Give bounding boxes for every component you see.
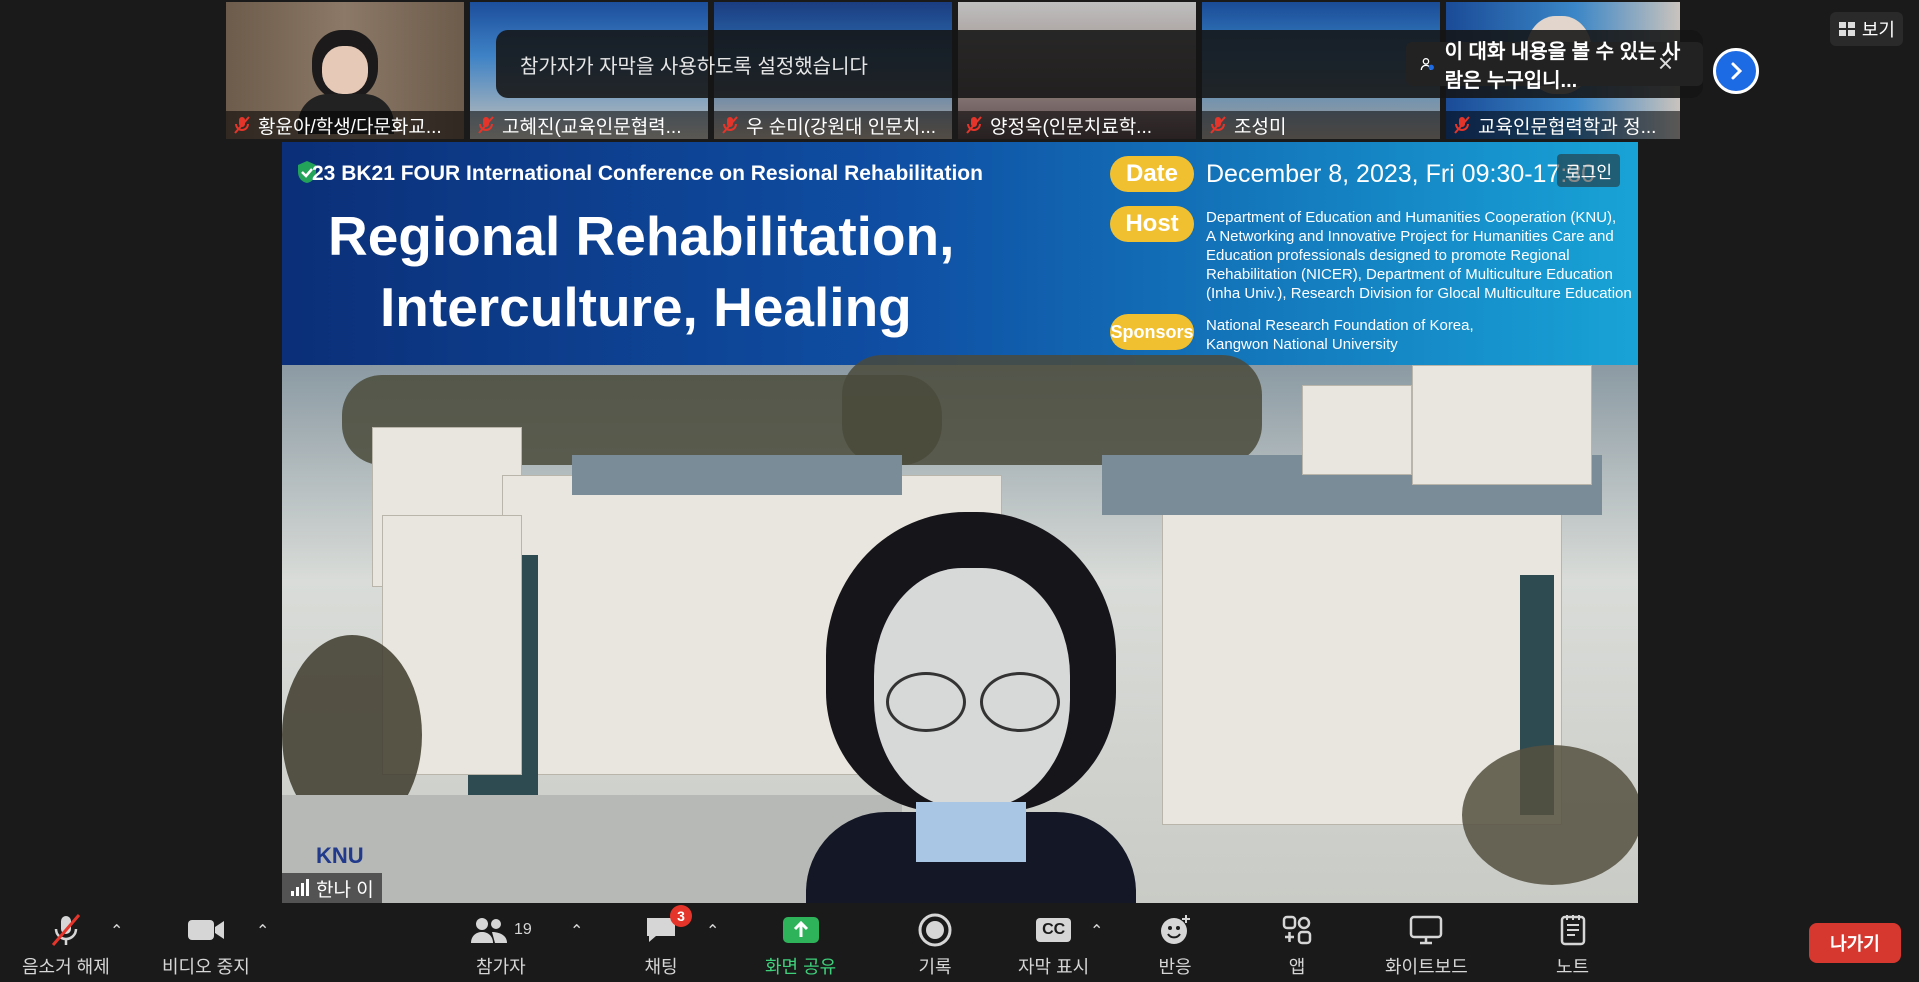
- signal-bars-icon: [291, 879, 309, 896]
- caption-visibility-text: 이 대화 내용을 볼 수 있는 사람은 누구입니...: [1444, 41, 1681, 92]
- conference-banner: 23 BK21 FOUR International Conference on…: [282, 142, 1638, 365]
- share-screen-label: 화면 공유: [765, 957, 837, 977]
- participant-name: 양정옥(인문치료학...: [990, 116, 1153, 138]
- speaker-namebar: 한나 이: [282, 873, 382, 903]
- host-info: Department of Education and Humanities C…: [1206, 208, 1632, 303]
- stop-video-label: 비디오 중지: [162, 957, 250, 977]
- notes-label: 노트: [1556, 957, 1590, 977]
- mic-muted-icon: [1210, 116, 1226, 134]
- video-camera-icon: [187, 920, 224, 940]
- participant-name: 고혜진(교육인문협력...: [502, 116, 682, 138]
- logo-text: KNU: [316, 843, 364, 868]
- apps-label: 앱: [1288, 957, 1306, 977]
- record-icon: [918, 913, 952, 947]
- conference-title-line2: Interculture, Healing: [380, 276, 912, 338]
- share-screen-icon: [782, 917, 819, 943]
- participant-namebar: 우 순미(강원대 인문치...: [714, 111, 952, 139]
- next-page-button[interactable]: [1713, 48, 1759, 94]
- caption-notification: 참가자가 자막을 사용하도록 설정했습니다 이 대화 내용을 볼 수 있는 사람…: [496, 30, 1703, 98]
- conference-title-line1: Regional Rehabilitation,: [328, 205, 955, 267]
- share-screen-button[interactable]: 화면 공유: [765, 909, 836, 979]
- close-icon[interactable]: ×: [1658, 48, 1673, 79]
- leave-button[interactable]: 나가기: [1809, 923, 1901, 963]
- reactions-label: 반응: [1158, 957, 1192, 977]
- participant-namebar: 양정옥(인문치료학...: [958, 111, 1196, 139]
- captions-button[interactable]: CC 자막 표시: [1018, 909, 1089, 979]
- cc-icon: CC: [1036, 918, 1072, 942]
- record-button[interactable]: 기록: [918, 909, 952, 979]
- chevron-up-icon[interactable]: ⌃: [256, 921, 269, 941]
- shared-screen: 23 BK21 FOUR International Conference on…: [282, 142, 1638, 903]
- whiteboard-button[interactable]: 화이트보드: [1385, 909, 1468, 979]
- chevron-up-icon[interactable]: ⌃: [706, 921, 719, 941]
- unmute-button[interactable]: 음소거 해제: [22, 909, 110, 979]
- sponsor-line: National Research Foundation of Korea,: [1206, 317, 1474, 334]
- mic-muted-icon: [51, 914, 81, 946]
- reactions-button[interactable]: 반응: [1158, 909, 1192, 979]
- chevron-up-icon[interactable]: ⌃: [1090, 921, 1103, 941]
- sponsor-line: Kangwon National University: [1206, 336, 1398, 353]
- participant-name: 교육인문협력학과 정...: [1478, 116, 1657, 138]
- host-line: Rehabilitation (NICER), Department of Mu…: [1206, 266, 1613, 283]
- participant-name: 조성미: [1234, 116, 1287, 138]
- participant-namebar: 교육인문협력학과 정...: [1446, 111, 1680, 139]
- mic-muted-icon: [1454, 116, 1470, 134]
- mic-muted-icon: [722, 116, 738, 134]
- host-tag: Host: [1110, 206, 1194, 242]
- date-text: December 8, 2023, Fri 09:30-17:30: [1206, 160, 1596, 188]
- whiteboard-icon: [1410, 915, 1443, 945]
- apps-button[interactable]: 앱: [1282, 909, 1312, 979]
- host-line: Education professionals designed to prom…: [1206, 247, 1570, 264]
- participant-namebar: 고혜진(교육인문협력...: [470, 111, 708, 139]
- mic-muted-icon: [234, 116, 250, 134]
- participant-namebar: 조성미: [1202, 111, 1440, 139]
- login-label[interactable]: 로그인: [1557, 154, 1620, 187]
- mic-muted-icon: [966, 116, 982, 134]
- people-info-icon: [1420, 58, 1434, 71]
- sponsor-info: National Research Foundation of Korea, K…: [1206, 316, 1474, 354]
- unmute-label: 음소거 해제: [22, 957, 110, 977]
- grid-view-icon: [1838, 22, 1855, 36]
- chevron-right-icon: [1731, 62, 1743, 80]
- participant-name: 황윤아/학생/다문화교...: [258, 116, 442, 138]
- apps-icon: [1282, 915, 1312, 945]
- stop-video-button[interactable]: 비디오 중지: [162, 909, 250, 979]
- speaker-name: 한나 이: [316, 879, 374, 901]
- view-label: 보기: [1861, 20, 1895, 40]
- date-tag: Date: [1110, 156, 1194, 192]
- notes-button[interactable]: 노트: [1556, 909, 1589, 979]
- notes-icon: [1560, 915, 1585, 946]
- participants-label: 참가자: [476, 957, 526, 977]
- participants-icon: [471, 918, 507, 943]
- participant-name: 우 순미(강원대 인문치...: [746, 116, 937, 138]
- sponsor-tag: Sponsors: [1110, 314, 1194, 350]
- host-line: (Inha Univ.), Research Division for Gloc…: [1206, 285, 1632, 302]
- mic-muted-icon: [478, 116, 494, 134]
- host-line: A Networking and Innovative Project for …: [1206, 228, 1614, 245]
- meeting-toolbar: 음소거 해제 ⌃ 비디오 중지 ⌃ 19 참가자 ⌃ 3 채팅 ⌃ 화면 공유 …: [0, 903, 1919, 982]
- chevron-up-icon[interactable]: ⌃: [570, 921, 583, 941]
- view-button[interactable]: 보기: [1829, 12, 1903, 46]
- chat-label: 채팅: [644, 957, 678, 977]
- participants-button[interactable]: 19 참가자: [470, 909, 532, 979]
- caption-text: 참가자가 자막을 사용하도록 설정했습니다: [520, 55, 868, 78]
- host-line: Department of Education and Humanities C…: [1206, 209, 1617, 226]
- speaker-video: [766, 512, 1166, 903]
- participant-tile[interactable]: 황윤아/학생/다문화교...: [226, 2, 464, 139]
- participant-namebar: 황윤아/학생/다문화교...: [226, 111, 464, 139]
- whiteboard-label: 화이트보드: [1385, 957, 1468, 977]
- chevron-up-icon[interactable]: ⌃: [110, 921, 123, 941]
- participants-count: 19: [514, 921, 532, 938]
- captions-label: 자막 표시: [1018, 957, 1090, 977]
- conference-subtitle: 23 BK21 FOUR International Conference on…: [312, 162, 983, 185]
- record-label: 기록: [918, 957, 952, 977]
- chat-badge: 3: [670, 905, 692, 927]
- chat-button[interactable]: 3 채팅: [644, 905, 692, 979]
- smiley-icon: [1161, 915, 1190, 944]
